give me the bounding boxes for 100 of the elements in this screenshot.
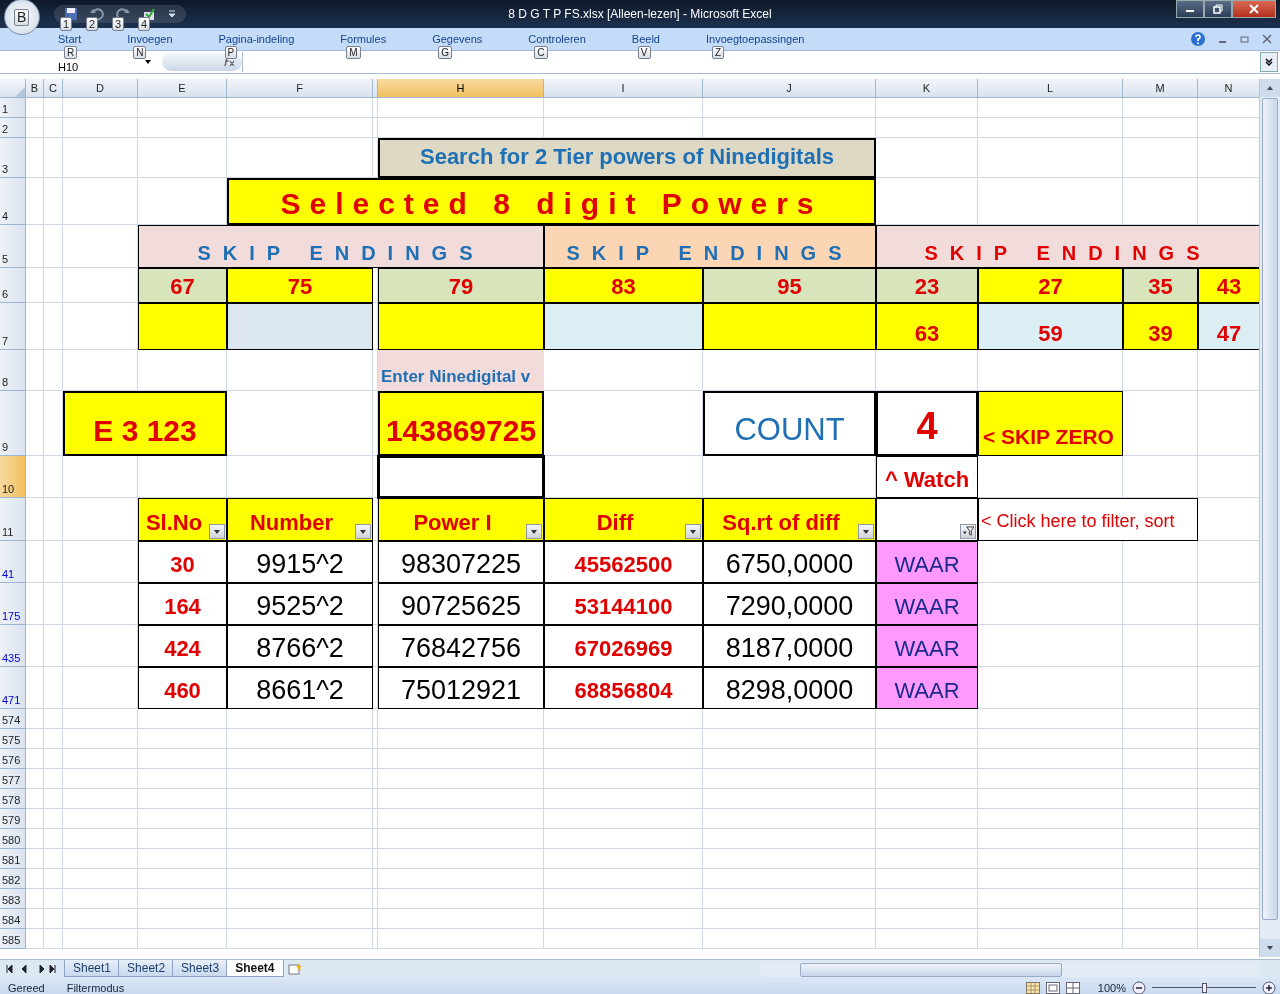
row-header[interactable]: 580 [0, 829, 26, 849]
scrollbar-thumb[interactable] [800, 962, 1062, 977]
sheet-navigation-icon[interactable] [6, 965, 56, 973]
column-header[interactable]: J [703, 79, 876, 98]
column-header[interactable]: H [378, 79, 544, 98]
help-icon[interactable] [1190, 31, 1206, 47]
row-header[interactable]: 7 [0, 303, 26, 350]
diff-cell: 45562500 [544, 541, 703, 583]
save-icon[interactable] [64, 7, 78, 21]
ribbon-tab[interactable]: Beeld [631, 32, 660, 46]
column-header[interactable]: E [138, 79, 227, 98]
row-header[interactable]: 582 [0, 869, 26, 889]
funnel-icon [961, 526, 975, 537]
column-header[interactable]: L [978, 79, 1123, 98]
row-header[interactable]: 10 [0, 456, 26, 498]
scroll-down-button[interactable] [1260, 939, 1280, 957]
keytip: V [637, 45, 651, 59]
ribbon-tab[interactable]: Pagina-indeling [218, 32, 295, 46]
filter-button[interactable] [355, 524, 371, 539]
dropdown-icon[interactable] [168, 10, 176, 18]
close-button[interactable] [1232, 0, 1276, 18]
row-header[interactable]: 579 [0, 809, 26, 829]
ribbon-tab[interactable]: Formules [340, 32, 387, 46]
filter-button[interactable] [960, 524, 976, 539]
function-icon[interactable] [222, 57, 236, 67]
keytip: 3 [112, 17, 125, 31]
ending-cell: 23 [876, 268, 978, 303]
ending-cell: 83 [544, 268, 703, 303]
column-header[interactable]: N [1198, 79, 1259, 98]
value-cell: 98307225 [378, 541, 544, 583]
page-layout-icon[interactable] [1045, 982, 1060, 994]
diff-cell: 68856804 [544, 667, 703, 709]
row-header[interactable]: 577 [0, 769, 26, 789]
row-header[interactable]: 574 [0, 709, 26, 729]
ribbon-tab[interactable]: Invoegen [127, 32, 173, 46]
row-header[interactable]: 41 [0, 541, 26, 583]
row-header[interactable]: 1 [0, 98, 26, 118]
sheet-tab[interactable]: Sheet4 [226, 960, 284, 977]
row-header[interactable]: 6 [0, 268, 26, 303]
status-text: Gereed [8, 982, 45, 994]
sheet-tab[interactable]: Sheet3 [172, 960, 229, 977]
row-header[interactable]: 435 [0, 625, 26, 667]
ending-cell: 95 [703, 268, 876, 303]
column-header[interactable]: M [1123, 79, 1198, 98]
undo-icon[interactable] [90, 7, 104, 21]
filter-button[interactable] [526, 524, 542, 539]
column-header[interactable]: F [227, 79, 373, 98]
row-header[interactable]: 578 [0, 789, 26, 809]
column-header[interactable]: C [44, 79, 63, 98]
triangle-icon [15, 87, 25, 97]
page-break-icon[interactable] [1065, 982, 1080, 994]
restore-icon[interactable] [1240, 34, 1250, 44]
ribbon-tab[interactable]: Controleren [528, 32, 586, 46]
active-cell[interactable] [378, 456, 544, 498]
column-header[interactable]: I [544, 79, 703, 98]
row-header[interactable]: 585 [0, 929, 26, 949]
column-header[interactable]: B [26, 79, 44, 98]
column-header[interactable]: K [876, 79, 978, 98]
dropdown-icon[interactable] [144, 58, 152, 66]
keytip: M [346, 45, 361, 59]
row-header[interactable]: 576 [0, 749, 26, 769]
ribbon-tab[interactable]: Invoegtoepassingen [705, 32, 805, 46]
row-header[interactable]: 11 [0, 498, 26, 541]
row-header[interactable]: 584 [0, 909, 26, 929]
row-header[interactable]: 575 [0, 729, 26, 749]
flag-cell: WAAR [876, 583, 978, 625]
row-header[interactable]: 581 [0, 849, 26, 869]
value-cell: 6750,0000 [703, 541, 876, 583]
sheet-tab[interactable]: Sheet1 [64, 960, 121, 977]
row-header[interactable]: 2 [0, 118, 26, 138]
zoom-out-icon[interactable] [1132, 981, 1146, 994]
restore-button[interactable] [1204, 0, 1232, 18]
zoom-level[interactable]: 100% [1097, 982, 1126, 994]
index-cell: 30 [138, 541, 227, 583]
slider-thumb[interactable] [1202, 983, 1207, 993]
row-header[interactable]: 3 [0, 138, 26, 178]
ribbon-tab[interactable]: Gegevens [432, 32, 483, 46]
row-header[interactable]: 9 [0, 391, 26, 456]
row-header[interactable]: 8 [0, 350, 26, 391]
row-header[interactable]: 4 [0, 178, 26, 225]
close-icon[interactable] [1262, 34, 1272, 44]
row-header[interactable]: 471 [0, 667, 26, 709]
filter-button[interactable] [209, 524, 225, 539]
keytip: P [224, 45, 238, 59]
name-box[interactable]: H10 [58, 62, 82, 73]
sheet-tab[interactable]: Sheet2 [118, 960, 175, 977]
expand-button[interactable] [1260, 52, 1278, 72]
column-label: Number [249, 510, 334, 536]
filter-button[interactable] [858, 524, 874, 539]
scrollbar-thumb[interactable] [1262, 98, 1278, 920]
normal-view-icon[interactable] [1025, 982, 1040, 994]
ribbon-tab[interactable]: Start [58, 32, 82, 46]
row-header[interactable]: 175 [0, 583, 26, 625]
row-header[interactable]: 583 [0, 889, 26, 909]
row-header[interactable]: 5 [0, 225, 26, 268]
scroll-up-button[interactable] [1260, 79, 1280, 97]
column-header[interactable]: D [63, 79, 138, 98]
filter-button[interactable] [685, 524, 701, 539]
minimize-button[interactable] [1176, 0, 1204, 18]
zoom-in-icon[interactable] [1262, 981, 1276, 994]
